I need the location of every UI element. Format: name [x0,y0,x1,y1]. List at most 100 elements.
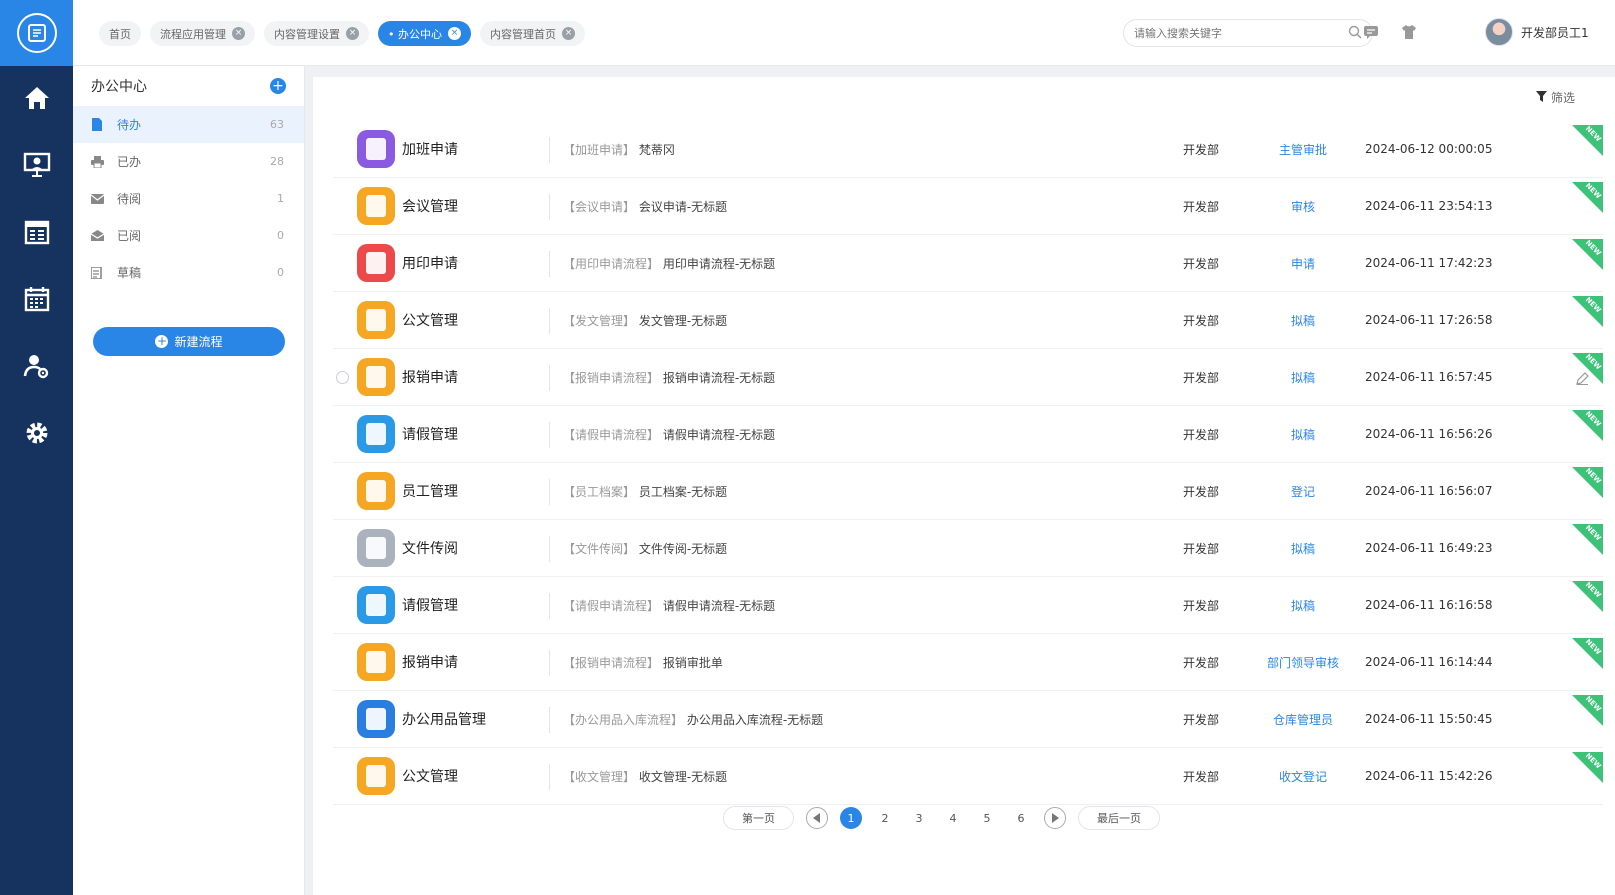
workflow-node-link[interactable]: 部门领导审核 [1248,654,1358,671]
department: 开发部 [1183,142,1220,157]
task-row[interactable]: 文件传阅 【文件传阅】 文件传阅-无标题 开发部 拟稿 2024-06-11 16:49… [333,520,1603,577]
nav-calendar[interactable] [0,267,73,334]
open-mail-icon [91,230,105,241]
page-6[interactable]: 6 [1010,807,1032,829]
tab-1[interactable]: 流程应用管理 × [150,21,255,46]
workflow-node-link[interactable]: 拟稿 [1248,426,1358,443]
edit-icon[interactable] [1576,370,1589,389]
close-icon[interactable]: × [232,27,245,40]
sidebar-item-3[interactable]: 已阅 0 [73,217,304,254]
workflow-node-link[interactable]: 拟稿 [1248,597,1358,614]
add-icon[interactable]: + [270,78,286,94]
workflow-node-link[interactable]: 登记 [1248,483,1358,500]
nav-home[interactable] [0,66,73,133]
app-icon-glyph [366,651,386,673]
workflow-node-link[interactable]: 主管审批 [1248,141,1358,158]
workflow-node-link[interactable]: 拟稿 [1248,312,1358,329]
app-logo[interactable] [0,0,73,66]
app-icon-glyph [366,708,386,730]
page-4[interactable]: 4 [942,807,964,829]
search-icon[interactable] [1348,24,1362,43]
next-page-icon[interactable] [1044,807,1066,829]
tab-0[interactable]: 首页 [99,21,141,46]
sidebar-item-label: 草稿 [117,266,142,280]
flow-tag: 【用印申请流程】 [563,256,660,271]
task-list: 加班申请 【加班申请】 梵蒂冈 开发部 主管审批 2024-06-12 00:00:05… [333,121,1603,805]
workflow-node-link[interactable]: 拟稿 [1248,540,1358,557]
tab-2[interactable]: 内容管理设置 × [264,21,369,46]
close-icon[interactable]: × [346,27,359,40]
pagination: 第一页 1 2 3 4 5 6 最后一页 [723,806,1160,830]
app-name: 报销申请 [402,370,458,386]
task-subject[interactable]: 【办公用品入库流程】 办公用品入库流程-无标题 [563,711,823,728]
workflow-node-link[interactable]: 审核 [1248,198,1358,215]
task-subject[interactable]: 【收文管理】 收文管理-无标题 [563,768,727,785]
sidebar-item-count: 0 [277,229,284,242]
search-input[interactable] [1134,26,1348,40]
task-subject[interactable]: 【报销申请流程】 报销申请流程-无标题 [563,369,775,386]
page-3[interactable]: 3 [908,807,930,829]
task-row[interactable]: 员工管理 【员工档案】 员工档案-无标题 开发部 登记 2024-06-11 16:56… [333,463,1603,520]
task-row[interactable]: 公文管理 【收文管理】 收文管理-无标题 开发部 收文登记 2024-06-11 15:… [333,748,1603,805]
page-1[interactable]: 1 [840,807,862,829]
task-subject[interactable]: 【报销申请流程】 报销审批单 [563,654,723,671]
filter-button[interactable]: 筛选 [1535,89,1575,106]
sidebar-item-2[interactable]: 待阅 1 [73,180,304,217]
task-row[interactable]: 请假管理 【请假申请流程】 请假申请流程-无标题 开发部 拟稿 2024-06-11 1… [333,577,1603,634]
document-icon [91,118,105,131]
workflow-node-link[interactable]: 收文登记 [1248,768,1358,785]
workflow-node-link[interactable]: 拟稿 [1248,369,1358,386]
task-row[interactable]: 报销申请 【报销申请流程】 报销申请流程-无标题 开发部 拟稿 2024-06-11 1… [333,349,1603,406]
nav-user-settings[interactable] [0,334,73,401]
task-row[interactable]: 报销申请 【报销申请流程】 报销审批单 开发部 部门领导审核 2024-06-11 16… [333,634,1603,691]
task-subject[interactable]: 【请假申请流程】 请假申请流程-无标题 [563,597,775,614]
tab-label: 流程应用管理 [160,27,226,41]
task-subject[interactable]: 【请假申请流程】 请假申请流程-无标题 [563,426,775,443]
prev-page-icon[interactable] [806,807,828,829]
task-row[interactable]: 用印申请 【用印申请流程】 用印申请流程-无标题 开发部 申请 2024-06-11 1… [333,235,1603,292]
search-box[interactable] [1123,19,1373,47]
task-subject[interactable]: 【文件传阅】 文件传阅-无标题 [563,540,727,557]
gear-icon [23,419,51,451]
task-row[interactable]: 请假管理 【请假申请流程】 请假申请流程-无标题 开发部 拟稿 2024-06-11 1… [333,406,1603,463]
task-row[interactable]: 公文管理 【发文管理】 发文管理-无标题 开发部 拟稿 2024-06-11 17:26… [333,292,1603,349]
new-flow-button[interactable]: + 新建流程 [93,327,285,356]
workflow-node-link[interactable]: 申请 [1248,255,1358,272]
plus-icon: + [155,334,169,348]
task-row[interactable]: 会议管理 【会议申请】 会议申请-无标题 开发部 审核 2024-06-11 23:54… [333,178,1603,235]
task-subject[interactable]: 【员工档案】 员工档案-无标题 [563,483,727,500]
last-page-button[interactable]: 最后一页 [1078,806,1160,830]
app-icon [357,757,395,795]
top-bar: 首页 流程应用管理 × 内容管理设置 × • 办公中心 × 内容管理首页 × 开发部员工1 [73,0,1615,66]
page-2[interactable]: 2 [874,807,896,829]
department: 开发部 [1183,313,1220,328]
workflow-node-link[interactable]: 仓库管理员 [1248,711,1358,728]
user-menu[interactable]: 开发部员工1 [1485,18,1589,46]
task-row[interactable]: 办公用品管理 【办公用品入库流程】 办公用品入库流程-无标题 开发部 仓库管理员 202… [333,691,1603,748]
timestamp: 2024-06-11 23:54:13 [1365,199,1493,213]
nav-schedule[interactable] [0,200,73,267]
column-divider [549,308,550,334]
tab-3[interactable]: • 办公中心 × [378,21,471,46]
sidebar-item-4[interactable]: 草稿 0 [73,254,304,291]
close-icon[interactable]: × [448,27,461,40]
column-divider [549,251,550,277]
message-icon[interactable] [1363,24,1379,44]
task-subject[interactable]: 【加班申请】 梵蒂冈 [563,141,675,158]
flow-tag: 【请假申请流程】 [563,427,660,442]
first-page-button[interactable]: 第一页 [723,806,794,830]
filter-label: 筛选 [1550,91,1575,105]
select-radio[interactable] [336,371,349,384]
sidebar-item-1[interactable]: 已办 28 [73,143,304,180]
close-icon[interactable]: × [562,27,575,40]
sidebar-item-0[interactable]: 待办 63 [73,106,304,143]
task-subject[interactable]: 【发文管理】 发文管理-无标题 [563,312,727,329]
task-subject[interactable]: 【会议申请】 会议申请-无标题 [563,198,727,215]
task-subject[interactable]: 【用印申请流程】 用印申请流程-无标题 [563,255,775,272]
nav-settings[interactable] [0,401,73,468]
task-row[interactable]: 加班申请 【加班申请】 梵蒂冈 开发部 主管审批 2024-06-12 00:00:05… [333,121,1603,178]
page-5[interactable]: 5 [976,807,998,829]
tab-4[interactable]: 内容管理首页 × [480,21,585,46]
shirt-icon[interactable] [1401,24,1417,44]
nav-presentation[interactable] [0,133,73,200]
